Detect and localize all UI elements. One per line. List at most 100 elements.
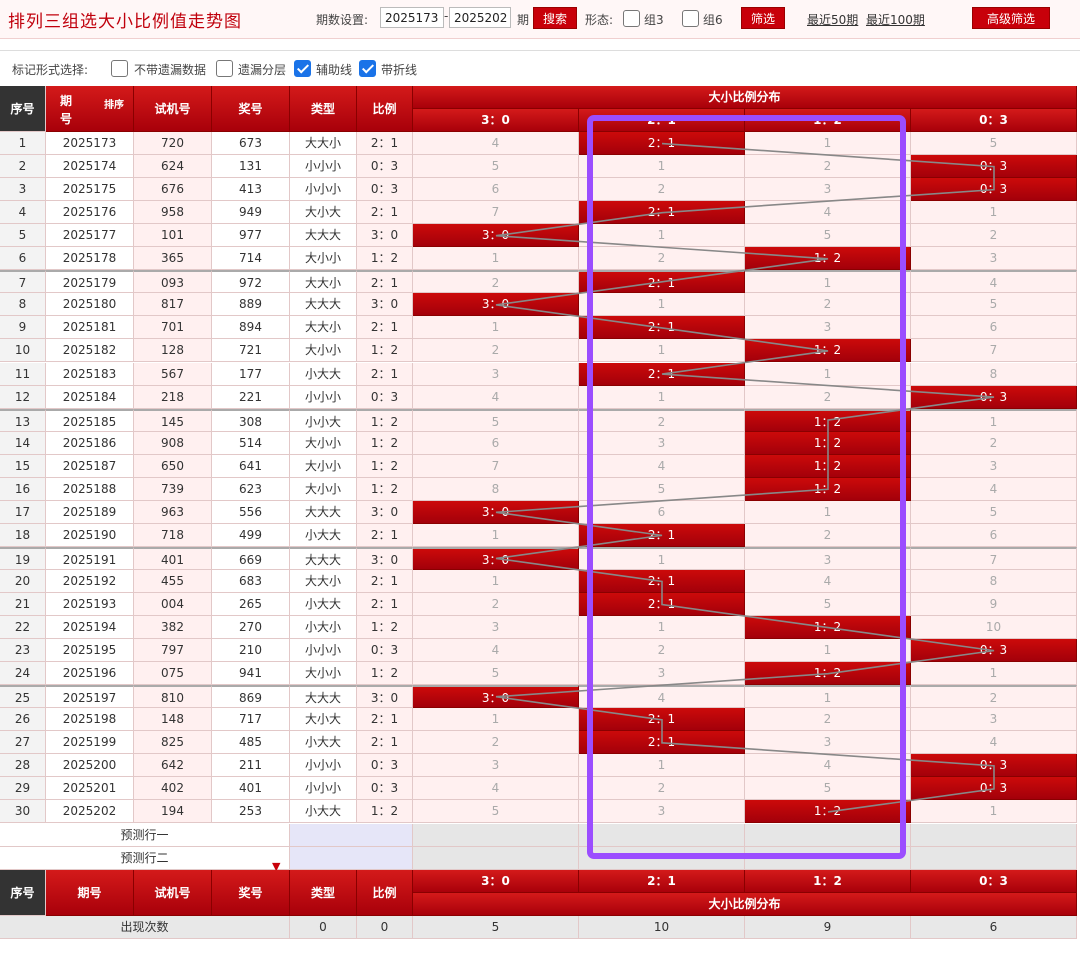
footer-prize: 奖号 bbox=[212, 869, 290, 916]
advanced-filter-button[interactable]: 高级筛选 bbox=[972, 7, 1050, 29]
recent-50-link[interactable]: 最近50期 bbox=[807, 11, 858, 28]
footer-ratio: 比例 bbox=[357, 869, 413, 916]
hit-cell: 3：0 bbox=[413, 546, 579, 570]
predict-cell bbox=[579, 823, 745, 847]
miss-cell: 2 bbox=[579, 247, 745, 271]
row-prize-number: 485 bbox=[212, 731, 290, 755]
end-period-input[interactable]: 2025202 bbox=[449, 7, 511, 28]
header-period: 期号 排序 bbox=[46, 86, 134, 132]
hit-cell: 0：3 bbox=[911, 155, 1077, 179]
miss-cell: 6 bbox=[413, 178, 579, 202]
marker-options-bar: 标记形式选择: 不带遗漏数据 遗漏分层 辅助线 带折线 bbox=[0, 50, 1080, 85]
row-prize-number: 210 bbox=[212, 639, 290, 663]
miss-cell: 6 bbox=[413, 431, 579, 455]
row-seq: 14 bbox=[0, 431, 46, 455]
row-period: 2025177 bbox=[46, 224, 134, 248]
row-type: 大大大 bbox=[290, 546, 357, 570]
hit-cell: 2：1 bbox=[579, 708, 745, 732]
row-type: 小小大 bbox=[290, 408, 357, 432]
row-ratio: 3：0 bbox=[357, 293, 413, 317]
row-prize-number: 514 bbox=[212, 431, 290, 455]
header-dist-col: 2：1 bbox=[579, 109, 745, 132]
miss-cell: 5 bbox=[413, 408, 579, 432]
row-test-number: 810 bbox=[134, 685, 212, 709]
row-seq: 5 bbox=[0, 224, 46, 248]
row-type: 大小小 bbox=[290, 662, 357, 686]
header-prize: 奖号 bbox=[212, 86, 290, 132]
miss-cell: 2 bbox=[579, 178, 745, 202]
miss-cell: 8 bbox=[911, 362, 1077, 386]
miss-cell: 1 bbox=[413, 316, 579, 340]
row-ratio: 2：1 bbox=[357, 569, 413, 593]
footer-type: 类型 bbox=[290, 869, 357, 916]
row-period: 2025189 bbox=[46, 500, 134, 524]
row-ratio: 1：2 bbox=[357, 616, 413, 640]
miss-cell: 2 bbox=[413, 339, 579, 363]
predict-cell bbox=[911, 846, 1077, 870]
miss-cell: 1 bbox=[579, 385, 745, 409]
miss-cell: 5 bbox=[745, 224, 911, 248]
row-type: 小大小 bbox=[290, 616, 357, 640]
row-prize-number: 131 bbox=[212, 155, 290, 179]
predict-row-label: 预测行一 bbox=[0, 823, 290, 847]
miss-cell: 3 bbox=[911, 708, 1077, 732]
sort-toggle[interactable]: 排序 bbox=[104, 96, 124, 111]
row-seq: 23 bbox=[0, 639, 46, 663]
recent-100-link[interactable]: 最近100期 bbox=[866, 11, 925, 28]
row-seq: 22 bbox=[0, 616, 46, 640]
group3-checkbox[interactable] bbox=[623, 10, 640, 27]
hit-cell: 2：1 bbox=[579, 362, 745, 386]
row-test-number: 145 bbox=[134, 408, 212, 432]
polyline-checkbox[interactable] bbox=[359, 60, 376, 77]
row-period: 2025202 bbox=[46, 800, 134, 824]
row-prize-number: 669 bbox=[212, 546, 290, 570]
hit-cell: 2：1 bbox=[579, 523, 745, 547]
header-dist-col: 0：3 bbox=[911, 109, 1077, 132]
guide-line-checkbox[interactable] bbox=[294, 60, 311, 77]
miss-layer-checkbox[interactable] bbox=[216, 60, 233, 77]
range-dash: - bbox=[444, 9, 449, 23]
row-seq: 29 bbox=[0, 777, 46, 801]
search-button[interactable]: 搜索 bbox=[533, 7, 577, 29]
row-prize-number: 683 bbox=[212, 569, 290, 593]
row-period: 2025195 bbox=[46, 639, 134, 663]
row-prize-number: 253 bbox=[212, 800, 290, 824]
row-test-number: 908 bbox=[134, 431, 212, 455]
row-seq: 11 bbox=[0, 362, 46, 386]
miss-cell: 1 bbox=[579, 224, 745, 248]
row-test-number: 148 bbox=[134, 708, 212, 732]
stats-count: 9 bbox=[745, 915, 911, 939]
miss-cell: 5 bbox=[745, 777, 911, 801]
stats-ratio-count: 0 bbox=[357, 915, 413, 939]
filter-button[interactable]: 筛选 bbox=[741, 7, 785, 29]
miss-layer-label: 遗漏分层 bbox=[238, 63, 287, 77]
row-seq: 27 bbox=[0, 731, 46, 755]
miss-cell: 6 bbox=[911, 316, 1077, 340]
row-test-number: 720 bbox=[134, 132, 212, 156]
miss-cell: 6 bbox=[579, 500, 745, 524]
miss-cell: 2 bbox=[745, 523, 911, 547]
group6-checkbox[interactable] bbox=[682, 10, 699, 27]
row-type: 大小小 bbox=[290, 431, 357, 455]
row-seq: 24 bbox=[0, 662, 46, 686]
row-type: 大小小 bbox=[290, 454, 357, 478]
row-period: 2025181 bbox=[46, 316, 134, 340]
row-period: 2025200 bbox=[46, 754, 134, 778]
row-test-number: 455 bbox=[134, 569, 212, 593]
hit-cell: 1：2 bbox=[745, 477, 911, 501]
period-bottom-label: 号 bbox=[60, 112, 73, 126]
miss-cell: 3 bbox=[911, 454, 1077, 478]
hit-cell: 2：1 bbox=[579, 593, 745, 617]
hit-cell: 3：0 bbox=[413, 500, 579, 524]
row-ratio: 1：2 bbox=[357, 431, 413, 455]
miss-cell: 3 bbox=[579, 431, 745, 455]
miss-cell: 3 bbox=[413, 362, 579, 386]
predict-row-label: 预测行二 bbox=[0, 846, 290, 870]
row-test-number: 963 bbox=[134, 500, 212, 524]
start-period-input[interactable]: 2025173 bbox=[380, 7, 444, 28]
period-label: 期数设置: bbox=[316, 13, 369, 27]
hit-cell: 1：2 bbox=[745, 662, 911, 686]
no-miss-data-checkbox[interactable] bbox=[111, 60, 128, 77]
hit-cell: 1：2 bbox=[745, 247, 911, 271]
miss-cell: 1 bbox=[745, 270, 911, 294]
